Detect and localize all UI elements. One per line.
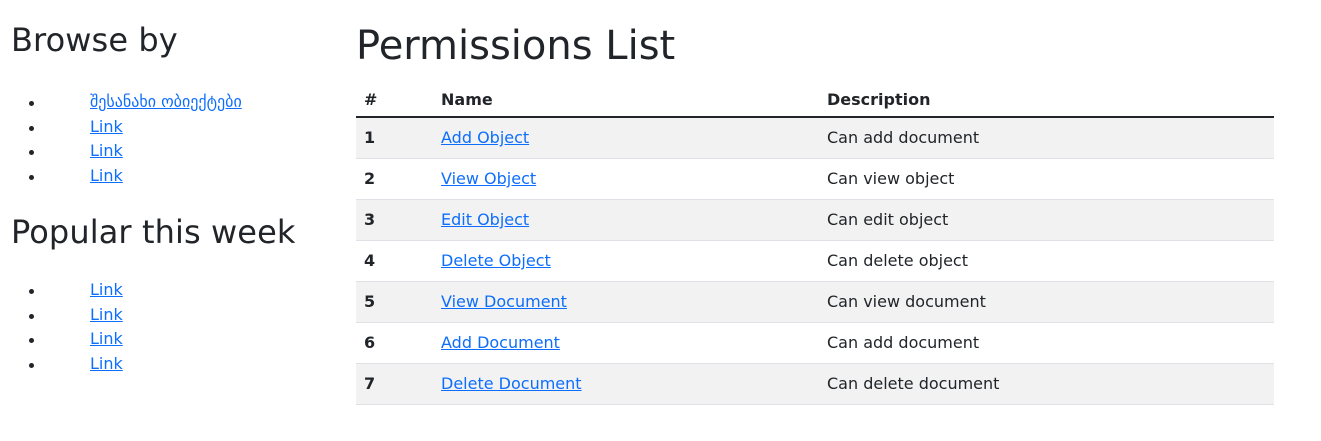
browse-link[interactable]: Link: [90, 139, 123, 163]
table-row: 3 Edit Object Can edit object: [356, 199, 1274, 241]
row-number: 6: [356, 322, 433, 364]
popular-link[interactable]: Link: [90, 303, 123, 327]
column-header-name: Name: [433, 83, 819, 118]
popular-link[interactable]: Link: [90, 327, 123, 351]
popular-this-week-heading: Popular this week: [11, 213, 296, 251]
table-row: 7 Delete Document Can delete document: [356, 363, 1274, 405]
column-header-number: #: [356, 83, 433, 118]
permission-link[interactable]: Add Document: [441, 333, 560, 352]
table-header: # Name Description: [356, 83, 1274, 118]
row-name-cell: Delete Document: [433, 363, 819, 405]
row-description: Can delete object: [819, 240, 1274, 282]
row-number: 7: [356, 363, 433, 405]
sidebar: Browse by შესანახი ობიექტები Link Link L…: [11, 18, 331, 376]
permission-link[interactable]: View Object: [441, 169, 536, 188]
page: Browse by შესანახი ობიექტები Link Link L…: [0, 0, 1321, 441]
table-row: 2 View Object Can view object: [356, 158, 1274, 200]
row-name-cell: Edit Object: [433, 199, 819, 241]
list-item: Link: [11, 139, 331, 164]
popular-link[interactable]: Link: [90, 352, 123, 376]
row-description: Can view object: [819, 158, 1274, 200]
row-number: 5: [356, 281, 433, 323]
list-item: Link: [11, 278, 331, 303]
row-name-cell: Delete Object: [433, 240, 819, 282]
row-number: 2: [356, 158, 433, 200]
list-item: Link: [11, 115, 331, 140]
permission-link[interactable]: Edit Object: [441, 210, 529, 229]
row-description: Can add document: [819, 117, 1274, 159]
row-description: Can edit object: [819, 199, 1274, 241]
table-row: 1 Add Object Can add document: [356, 117, 1274, 159]
main-content: Permissions List # Name Description 1 Ad…: [356, 18, 1274, 405]
browse-link-stored-objects[interactable]: შესანახი ობიექტები: [90, 90, 242, 114]
list-item: შესანახი ობიექტები: [11, 90, 331, 115]
row-description: Can add document: [819, 322, 1274, 364]
row-name-cell: View Document: [433, 281, 819, 323]
row-name-cell: Add Object: [433, 117, 819, 159]
row-description: Can view document: [819, 281, 1274, 323]
row-description: Can delete document: [819, 363, 1274, 405]
browse-link[interactable]: Link: [90, 115, 123, 139]
list-item: Link: [11, 352, 331, 377]
row-number: 4: [356, 240, 433, 282]
table-row: 5 View Document Can view document: [356, 281, 1274, 323]
table-body: 1 Add Object Can add document 2 View Obj…: [356, 117, 1274, 405]
permission-link[interactable]: Delete Document: [441, 374, 582, 393]
browse-by-list: შესანახი ობიექტები Link Link Link: [11, 90, 331, 188]
table-header-row: # Name Description: [356, 83, 1274, 118]
row-number: 3: [356, 199, 433, 241]
browse-by-heading: Browse by: [11, 21, 178, 59]
list-item: Link: [11, 303, 331, 328]
popular-this-week-list: Link Link Link Link: [11, 278, 331, 376]
row-name-cell: View Object: [433, 158, 819, 200]
popular-link[interactable]: Link: [90, 278, 123, 302]
permissions-table: # Name Description 1 Add Object Can add …: [356, 83, 1274, 405]
column-header-description: Description: [819, 83, 1274, 118]
browse-link[interactable]: Link: [90, 164, 123, 188]
page-title: Permissions List: [356, 23, 676, 69]
row-name-cell: Add Document: [433, 322, 819, 364]
list-item: Link: [11, 164, 331, 189]
permission-link[interactable]: Delete Object: [441, 251, 551, 270]
permission-link[interactable]: View Document: [441, 292, 567, 311]
table-row: 4 Delete Object Can delete object: [356, 240, 1274, 282]
permission-link[interactable]: Add Object: [441, 128, 529, 147]
table-row: 6 Add Document Can add document: [356, 322, 1274, 364]
row-number: 1: [356, 117, 433, 159]
list-item: Link: [11, 327, 331, 352]
